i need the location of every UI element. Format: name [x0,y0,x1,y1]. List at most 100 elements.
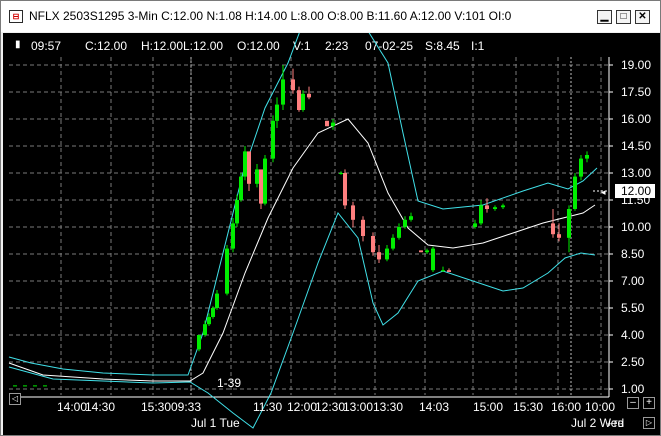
y-axis-label: 14.50 [621,139,651,153]
candle-body [307,93,311,98]
candle-body [259,169,263,204]
candle-body [281,79,285,105]
x-axis-label: 16:00 [551,400,581,414]
candle-body [409,216,413,220]
title-bar[interactable]: ⊟ NFLX 2503S1295 3-Min C:12.00 N:1.08 H:… [1,1,660,32]
scroll-left-icon[interactable]: ◁ [9,393,21,405]
x-axis-label: 13:30 [373,400,403,414]
scroll-right-icon[interactable]: ▷ [643,417,655,429]
candle-body [557,234,561,238]
x-axis-label: 12:30 [315,400,345,414]
y-axis-label: 8.50 [621,247,645,261]
app-icon: ⊟ [9,10,23,23]
candle-body [271,120,275,159]
y-axis-label: 2.50 [621,355,645,369]
candle-body [447,270,451,272]
x-axis-label: 15:00 [473,400,503,414]
candle-body [567,209,571,238]
candle-body [441,270,445,272]
chart-window: ⊟ NFLX 2503S1295 3-Min C:12.00 N:1.08 H:… [0,0,661,436]
candle-body [343,173,347,206]
candle-body [43,385,47,387]
candle-body [215,293,219,308]
x-axis-label: 14:30 [85,400,115,414]
candle-body [301,93,305,110]
candle-body [377,252,381,260]
candle-body [431,248,435,271]
candle-body [13,385,17,387]
candle-body [211,308,215,317]
candle-body [351,205,355,220]
candle-body [239,176,243,200]
y-axis-label: 4.00 [621,328,645,342]
price-chart[interactable]: 19.0017.5016.0014.5013.0011.5010.008.507… [3,33,660,435]
x-axis-label: 12:00 [287,400,317,414]
candle-body [275,104,279,121]
candle-body [23,385,27,387]
candle-body [479,205,483,224]
lower-band-line [8,212,596,429]
candle-body [397,227,401,238]
candle-body [263,158,267,204]
y-axis-label: 19.00 [621,58,651,72]
candle-body [203,324,207,335]
middle-band-line [8,118,596,382]
x-axis-label: 15:30 [141,400,171,414]
candle-body [197,335,201,350]
x-axis-label: 11:30 [253,400,282,414]
zoom-in-icon[interactable]: + [643,397,655,409]
candle-body [339,173,343,174]
candle-body [361,219,365,236]
candle-body [385,248,389,260]
candle-body [207,317,211,325]
candle-body [291,79,295,91]
candle-body [235,200,239,224]
candle-body [579,158,583,177]
candle-body [501,205,505,208]
y-axis-label: 10.00 [621,220,651,234]
y-axis-label: 16.00 [621,112,651,126]
x-axis-label: 09:33 [171,400,201,414]
tb-toggle[interactable]: +TB [607,419,624,429]
candle-body [297,90,301,110]
candle-body [551,223,555,235]
y-axis-label: 1.00 [621,382,645,396]
minimize-icon[interactable]: ▁ [597,10,612,24]
window-title: NFLX 2503S1295 3-Min C:12.00 N:1.08 H:14… [29,9,512,23]
day-label: Jul 1 Tue [191,416,240,430]
chart-area[interactable]: ▮ 09:57 C:12.00 H:12.00 L:12.00 O:12.00 … [3,33,660,435]
upper-band-line [8,33,598,376]
candle-body [33,385,37,387]
candle-body [573,176,577,209]
price-arrow-icon: ◂ [601,188,606,198]
candle-body [585,155,589,159]
x-axis-label: 14:03 [419,400,449,414]
candle-body [243,151,247,177]
close-icon[interactable]: ✕ [635,10,650,24]
y-axis-label: 17.50 [621,85,651,99]
candle-body [325,120,329,127]
candle-body [331,122,335,127]
y-axis-label: 13.00 [621,166,651,180]
candle-body [425,250,429,253]
candle-body [225,248,229,294]
y-axis-label: 7.00 [621,274,645,288]
candle-body [231,223,235,249]
x-axis-label: 10:00 [585,400,615,414]
candle-body [247,151,251,184]
candle-body [371,236,375,253]
candle-body [403,219,407,227]
maximize-icon[interactable]: □ [616,10,631,24]
x-axis-label: 14:00 [57,400,87,414]
current-price-label: 12.00 [621,184,651,198]
candle-body [473,223,477,227]
x-axis-label: 13:00 [343,400,373,414]
zoom-out-icon[interactable]: – [627,397,639,409]
candle-body [493,207,497,209]
candle-body [255,169,259,184]
candle-body [419,250,423,253]
candle-body [485,205,489,209]
y-axis-label: 5.50 [621,301,645,315]
cursor-position-label: 1-39 [217,376,241,390]
x-axis-label: 15:30 [513,400,543,414]
